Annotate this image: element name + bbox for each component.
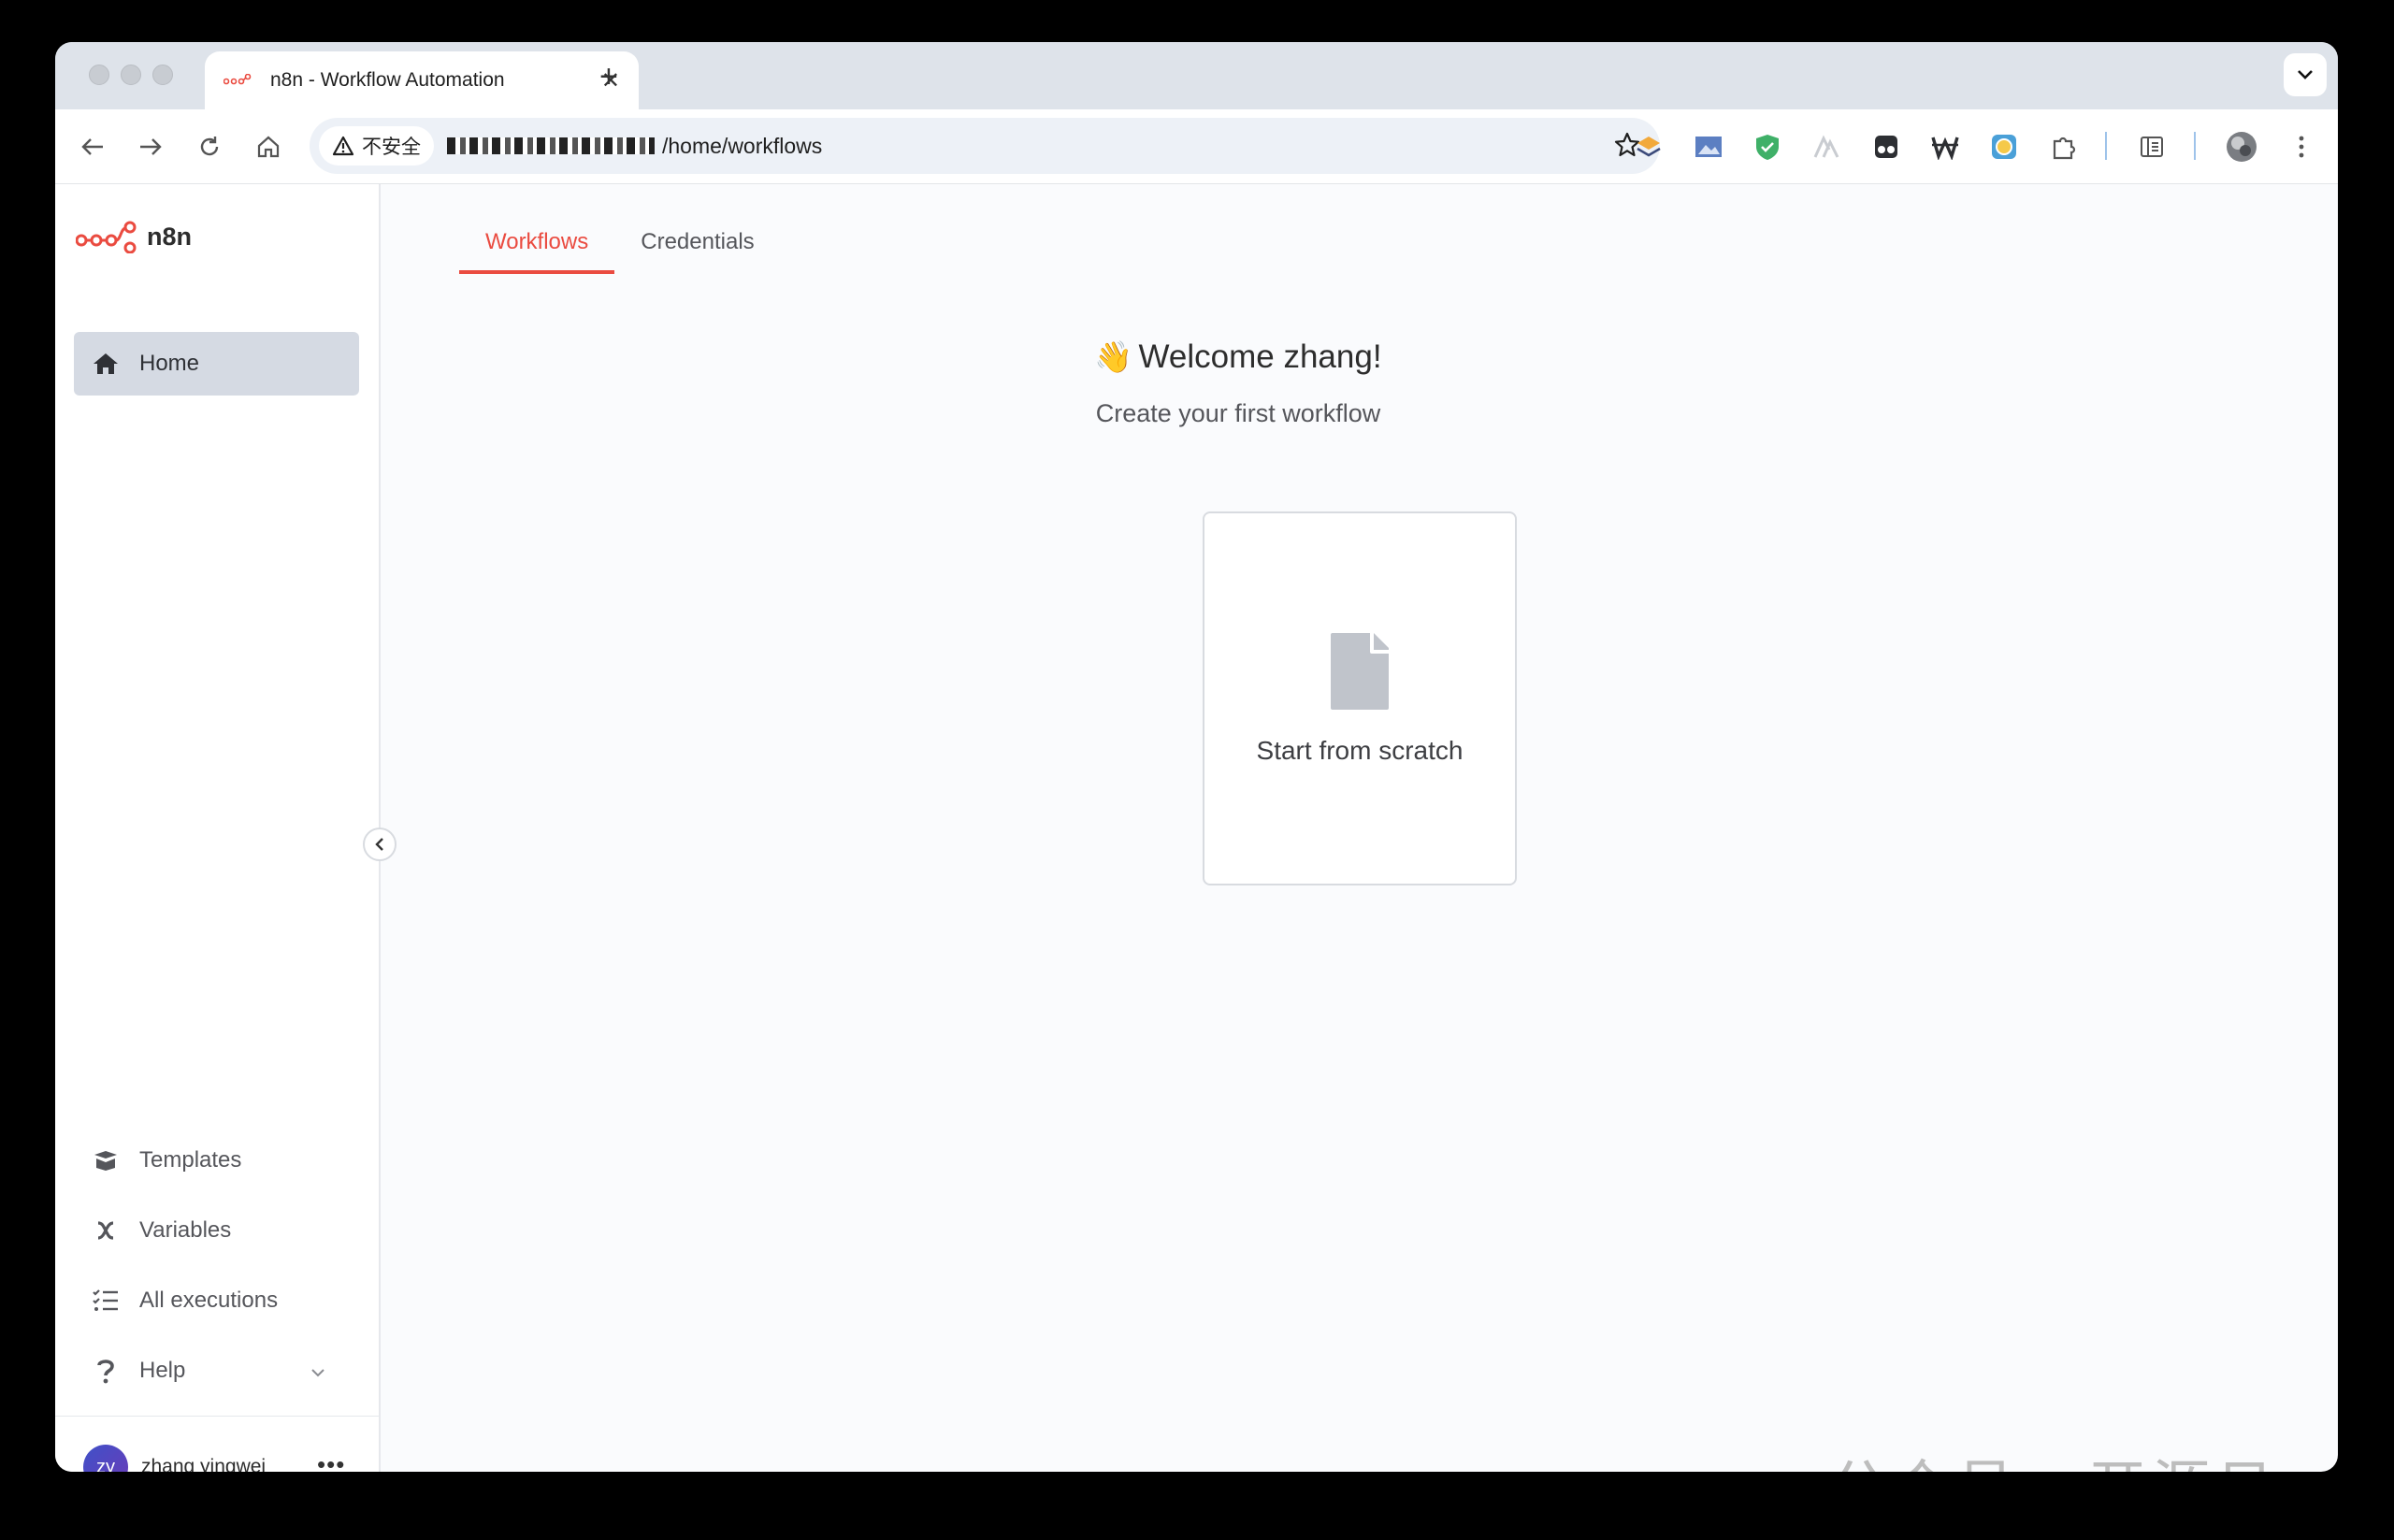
sidebar-item-help[interactable]: Help xyxy=(74,1339,359,1403)
house-icon xyxy=(93,351,119,377)
tab-credentials[interactable]: Credentials xyxy=(614,229,780,274)
browser-toolbar: 不安全 /home/workflows xyxy=(55,109,2338,184)
globe-icon xyxy=(1992,135,2016,159)
question-icon xyxy=(93,1358,119,1384)
tasks-list-icon xyxy=(93,1288,119,1314)
security-chip[interactable]: 不安全 xyxy=(319,126,434,166)
url-text[interactable]: /home/workflows xyxy=(447,134,822,159)
side-panel-button[interactable] xyxy=(2135,130,2169,164)
chevron-down-icon xyxy=(2298,70,2313,79)
window-zoom-dot[interactable] xyxy=(152,65,173,85)
watermark: 公众号 · 开源日记 xyxy=(1720,1440,2338,1472)
house-icon xyxy=(257,136,280,158)
wave-emoji: 👋 xyxy=(1094,339,1133,374)
main-content: Workflows Credentials 👋 Welcome zhang! Cr… xyxy=(382,184,2338,1472)
chevron-down-icon xyxy=(310,1358,325,1384)
sidebar-item-label: Templates xyxy=(139,1147,242,1173)
sidebar-item-executions[interactable]: All executions xyxy=(74,1269,359,1332)
page-tabs: Workflows Credentials xyxy=(459,229,781,274)
reload-icon xyxy=(200,137,219,156)
card-label: Start from scratch xyxy=(1256,736,1464,765)
tab-strip: n8n - Workflow Automation ✕ + xyxy=(55,42,2338,109)
sidebar-item-label: Variables xyxy=(139,1217,232,1243)
toolbar-separator xyxy=(2105,132,2107,160)
extension-a-button[interactable] xyxy=(1810,130,1843,164)
user-divider xyxy=(55,1416,379,1417)
browser-tab[interactable]: n8n - Workflow Automation ✕ xyxy=(205,51,639,109)
variable-icon xyxy=(93,1217,119,1244)
warning-icon xyxy=(332,136,354,156)
profile-button[interactable] xyxy=(2225,130,2258,164)
avatar: zy xyxy=(83,1445,128,1472)
n8n-logo[interactable]: n8n xyxy=(76,220,192,253)
back-button[interactable] xyxy=(72,126,113,167)
tab-workflows[interactable]: Workflows xyxy=(459,229,615,274)
toolbar-separator xyxy=(2194,132,2196,160)
picture-icon xyxy=(1695,137,1722,157)
url-path: /home/workflows xyxy=(662,133,823,158)
new-tab-button[interactable]: + xyxy=(599,59,618,95)
home-button[interactable] xyxy=(248,126,289,167)
sidebar: n8n Home Templates Variables All executi… xyxy=(55,184,381,1472)
layers-icon xyxy=(1637,137,1661,157)
address-bar[interactable]: 不安全 /home/workflows xyxy=(310,118,1660,174)
reload-button[interactable] xyxy=(189,126,230,167)
tab-search-button[interactable] xyxy=(2284,53,2327,96)
file-icon xyxy=(1331,633,1389,710)
watermark-text: 公众号 · 开源日记 xyxy=(1829,1440,2338,1472)
user-name: zhang yingwei xyxy=(141,1456,267,1472)
side-panel-icon xyxy=(2141,137,2163,157)
sidebar-item-home[interactable]: Home xyxy=(74,332,359,396)
sidebar-item-variables[interactable]: Variables xyxy=(74,1199,359,1262)
logo-text: n8n xyxy=(147,222,193,251)
box-open-icon xyxy=(93,1147,119,1173)
profile-avatar-icon xyxy=(2227,132,2257,162)
window-close-dot[interactable] xyxy=(89,65,109,85)
arrow-left-icon xyxy=(81,138,103,155)
user-profile[interactable]: zy zhang yingwei xyxy=(83,1445,266,1472)
welcome-text: Welcome zhang! xyxy=(1138,338,1382,375)
kebab-menu-icon xyxy=(2299,136,2304,158)
user-menu-button[interactable]: ••• xyxy=(317,1450,345,1472)
extension-layers-button[interactable] xyxy=(1632,130,1666,164)
n8n-favicon-icon xyxy=(224,74,252,85)
extensions-button[interactable] xyxy=(2047,130,2081,164)
extension-w-button[interactable] xyxy=(1928,130,1962,164)
forward-button[interactable] xyxy=(130,126,171,167)
welcome-subtitle: Create your first workflow xyxy=(1095,399,1381,427)
welcome-heading: 👋 Welcome zhang! xyxy=(382,338,2094,376)
redacted-host xyxy=(447,137,655,154)
spy-icon xyxy=(1875,136,1897,158)
start-from-scratch-card[interactable]: Start from scratch xyxy=(1203,511,1517,885)
security-label: 不安全 xyxy=(362,137,421,158)
extension-shield-button[interactable] xyxy=(1751,130,1784,164)
puzzle-icon xyxy=(2053,137,2076,160)
sidebar-item-label: Home xyxy=(139,351,200,376)
mountain-a-icon xyxy=(1813,135,1839,158)
extension-image-button[interactable] xyxy=(1692,130,1725,164)
arrow-right-icon xyxy=(140,138,162,155)
browser-menu-button[interactable] xyxy=(2285,130,2318,164)
browser-window: n8n - Workflow Automation ✕ + 不安全 /home/… xyxy=(55,42,2338,1472)
window-minimize-dot[interactable] xyxy=(121,65,141,85)
sidebar-item-label: Help xyxy=(139,1358,186,1383)
tab-title: n8n - Workflow Automation xyxy=(270,69,505,91)
sidebar-item-label: All executions xyxy=(139,1288,279,1313)
w-logo-icon xyxy=(1931,137,1959,160)
n8n-logo-icon xyxy=(76,221,137,253)
extension-incognito-button[interactable] xyxy=(1869,130,1903,164)
extension-globe-button[interactable] xyxy=(1987,130,2021,164)
shield-check-icon xyxy=(1756,135,1779,160)
sidebar-item-templates[interactable]: Templates xyxy=(74,1129,359,1192)
